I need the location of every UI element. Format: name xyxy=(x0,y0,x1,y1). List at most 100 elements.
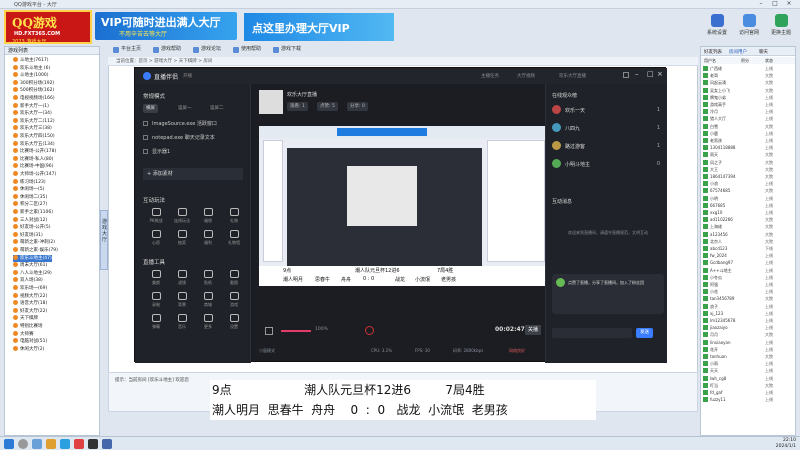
chat-send-button[interactable]: 发送 xyxy=(636,328,653,338)
column-status[interactable]: 状态 xyxy=(765,57,773,64)
game-tree-item[interactable]: 电视视频场(166) xyxy=(13,95,55,102)
file-explorer-icon[interactable] xyxy=(46,439,56,449)
volume-slider[interactable] xyxy=(281,330,311,332)
game-tree-item[interactable]: 欢乐大厅四(150) xyxy=(13,133,55,140)
lobby-side-tab[interactable]: 游戏大厅 xyxy=(100,210,108,270)
close-icon[interactable]: × xyxy=(657,70,663,78)
vip-banner[interactable]: VIP可随时进出满人大厅 不用辛苦去等大厅 xyxy=(95,12,237,40)
tool-sticker-button[interactable]: 贴纸 xyxy=(195,270,221,290)
game-tree-item[interactable]: 萌新之家-冲刺(2) xyxy=(13,239,55,246)
source-checkbox[interactable] xyxy=(143,149,148,154)
game-tree-item[interactable]: 视频大厅(22) xyxy=(13,293,47,300)
game-app-icon[interactable] xyxy=(74,439,84,449)
source-item[interactable]: 显示器1 xyxy=(143,146,245,158)
windows-start-icon[interactable] xyxy=(4,439,14,449)
viewer-row[interactable]: 路过游客 1 xyxy=(552,140,664,154)
source-checkbox[interactable] xyxy=(143,121,148,126)
game-tree-item[interactable]: 欢乐斗地主(47) xyxy=(13,254,52,262)
viewer-row[interactable]: 欢乐一天 1 xyxy=(552,104,664,118)
game-tree-item[interactable]: 三人对战(12) xyxy=(13,217,47,224)
user-row[interactable]: A++斗地主 上线 xyxy=(703,267,795,274)
add-source-button[interactable]: + 添加素材 xyxy=(143,168,243,180)
status-mini-mode[interactable]: 小窗模式 xyxy=(259,348,275,354)
user-row[interactable]: 小花 上线 xyxy=(703,289,795,295)
game-tree-item[interactable]: 欢乐场一(69) xyxy=(13,285,47,292)
game-tree-item[interactable]: 大师场-公开(147) xyxy=(13,171,56,178)
game-tree-item[interactable]: 大师赛 xyxy=(13,331,34,338)
user-row[interactable]: ad1102266 大院 xyxy=(703,217,795,223)
game-tree-item[interactable]: 八人斗地主(29) xyxy=(13,270,52,277)
tool-filter-button[interactable]: 滤镜 xyxy=(169,270,195,290)
user-row[interactable]: 浪子 上线 xyxy=(703,303,795,310)
game-tree-item[interactable]: 300积分场(192) xyxy=(13,80,54,87)
game-tree-item[interactable]: 双人场(38) xyxy=(13,277,43,284)
user-row[interactable]: 花开 上线 xyxy=(703,346,795,353)
user-row[interactable]: tan3456789 大院 xyxy=(703,296,795,302)
record-icon[interactable] xyxy=(365,326,374,335)
viewer-row[interactable]: 八四九 1 xyxy=(552,122,664,136)
user-row[interactable]: abcd123 下线 xyxy=(703,246,795,252)
game-tree-item[interactable]: 休闲场二(35) xyxy=(13,194,47,201)
stop-live-button[interactable]: 关播 xyxy=(525,325,542,335)
tab-chat[interactable]: 聊天 xyxy=(759,49,768,55)
user-row[interactable]: 白雪 大院 xyxy=(703,123,795,130)
user-row[interactable]: lm12345678 上线 xyxy=(703,318,795,324)
scene-tab-portrait-2[interactable]: 竖屏二 xyxy=(207,104,227,113)
game-tree-item[interactable]: 比赛场-中国(96) xyxy=(13,163,53,170)
game-tree-item[interactable]: 语音大厅(18) xyxy=(13,300,47,307)
tool-screenshot-button[interactable]: 截图 xyxy=(221,270,247,290)
game-tree-item[interactable]: 休闲场一(5) xyxy=(13,186,44,193)
tool-shop-button[interactable]: 商城 xyxy=(195,292,221,312)
interactive-welfare-button[interactable]: 福利 xyxy=(195,230,221,250)
user-row[interactable]: 广西佬 上线 xyxy=(703,66,795,72)
interactive-gift-button[interactable]: 礼物 xyxy=(221,208,247,228)
interactive-wish-button[interactable]: 心愿 xyxy=(143,230,169,250)
user-row[interactable]: 天天 上线 xyxy=(703,368,795,374)
official-site-button[interactable]: 访问官网 xyxy=(734,14,764,40)
game-tree-item[interactable]: 比赛场-公开(178) xyxy=(13,148,56,155)
microphone-icon[interactable] xyxy=(265,327,273,335)
user-row[interactable]: 叮当 大院 xyxy=(703,382,795,389)
tab-friends[interactable]: 好友列表 xyxy=(704,49,722,55)
user-row[interactable]: 67574685 大院 xyxy=(703,188,795,194)
user-row[interactable]: 雨天 大院 xyxy=(703,152,795,158)
source-item[interactable]: ImageSource.exe 活跃窗口 xyxy=(143,118,245,130)
user-row[interactable]: 风之子 大院 xyxy=(703,159,795,166)
game-tree-item[interactable]: 新手之家(1106) xyxy=(13,209,53,216)
game-tree-item[interactable]: 好友场(31) xyxy=(13,232,43,239)
tab-room-users[interactable]: 房间用户 xyxy=(729,49,747,55)
user-row[interactable]: 小冬瓜 上线 xyxy=(703,274,795,281)
game-tree-item[interactable]: 休闲大厅(2) xyxy=(13,346,44,353)
user-row[interactable]: Gcdbang97 上线 xyxy=(703,260,795,266)
user-row[interactable]: fw_2024 上线 xyxy=(703,253,795,259)
user-row[interactable]: 游戏高手 上线 xyxy=(703,102,795,108)
browser-icon[interactable] xyxy=(60,439,70,449)
game-tree-item[interactable]: 特别比赛场 xyxy=(13,323,43,330)
close-icon[interactable]: × xyxy=(784,0,794,8)
tool-record-button[interactable]: 录制 xyxy=(143,292,169,312)
task-view-icon[interactable] xyxy=(32,439,42,449)
user-row[interactable]: xxg10 上线 xyxy=(703,210,795,216)
interactive-lottery-button[interactable]: 抽奖 xyxy=(169,230,195,250)
user-row[interactable]: 小浪 上线 xyxy=(703,181,795,187)
scene-tab-landscape[interactable]: 横屏 xyxy=(143,104,158,113)
tab-download[interactable]: 游戏下载 xyxy=(272,44,301,55)
column-username[interactable]: 用户名 xyxy=(704,57,716,64)
interactive-lucky-bag-button[interactable]: 福袋 xyxy=(195,208,221,228)
streamer-task-link[interactable]: 主播任务 xyxy=(481,73,499,79)
change-theme-button[interactable]: 更换主题 xyxy=(766,14,796,40)
user-row[interactable]: tanhuan 大院 xyxy=(703,354,795,360)
tab-game-help[interactable]: 游戏帮助 xyxy=(152,44,181,55)
stream-preview[interactable]: 9点 潮人队元旦杯12进6 7局4胜 潮人明月 思春牛 舟舟 0 : 0 战龙 … xyxy=(259,126,549,286)
user-row[interactable]: 月月 大院 xyxy=(703,332,795,338)
user-row[interactable]: 北京人 大院 xyxy=(703,238,795,245)
tool-more-button[interactable]: 更多 xyxy=(195,314,221,334)
user-row[interactable]: 猎人大厅 上线 xyxy=(703,116,795,122)
game-tree-item[interactable]: 天下棋牌 xyxy=(13,315,38,322)
game-tree-item[interactable]: 欢乐大厅三(38) xyxy=(13,125,52,132)
live-app-icon[interactable] xyxy=(88,439,98,449)
user-row[interactable]: 667685 上线 xyxy=(703,202,795,209)
source-checkbox[interactable] xyxy=(143,135,148,140)
tool-danmaku-button[interactable]: 弹幕 xyxy=(143,314,169,334)
user-row[interactable]: 上海佬 大院 xyxy=(703,224,795,230)
